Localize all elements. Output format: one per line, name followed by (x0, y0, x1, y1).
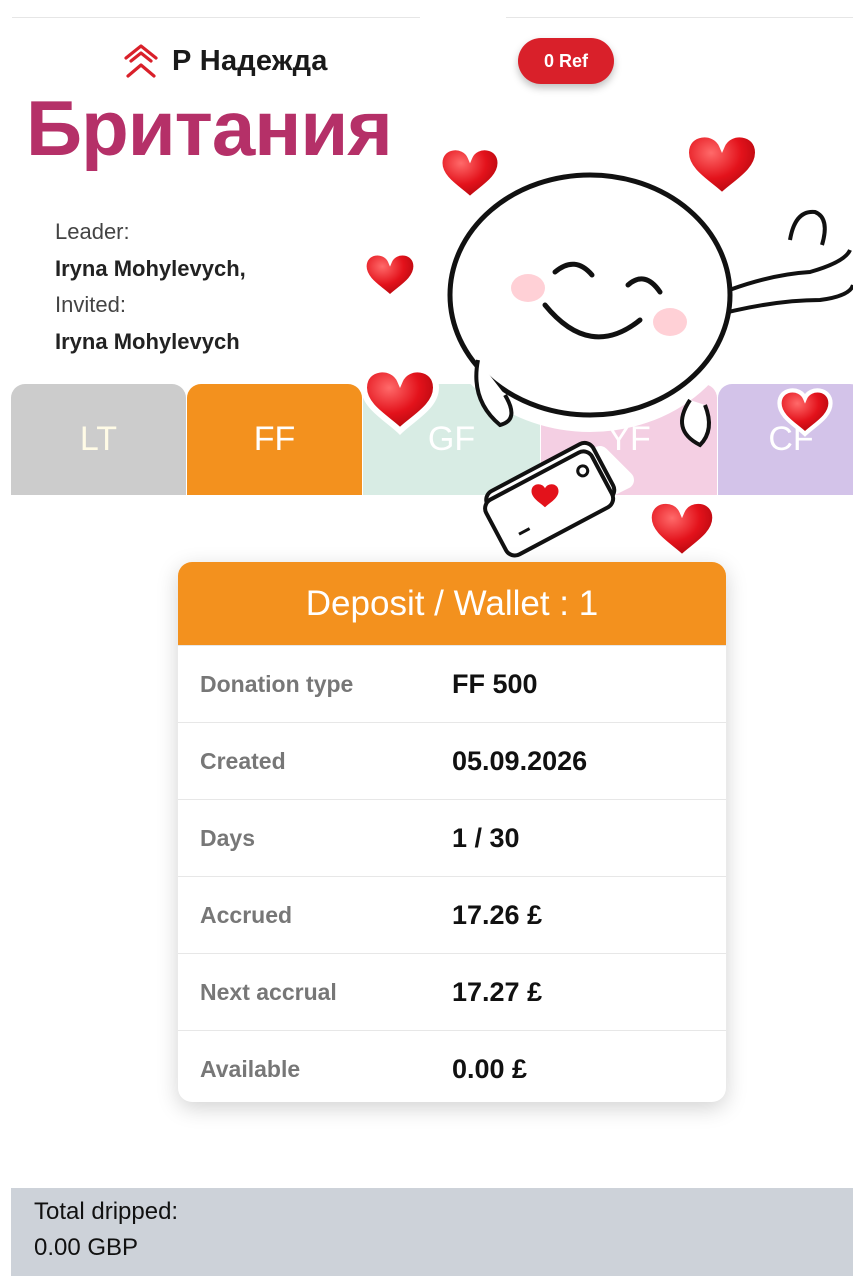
row-value-accrued: 17.26 £ (452, 899, 543, 930)
program-tabs: LT FF GF YF CF (11, 384, 853, 495)
row-value-available: 0.00 £ (452, 1053, 528, 1084)
house-arrows-icon (124, 44, 158, 78)
row-value-days: 1 / 30 (452, 822, 520, 853)
people-info: Leader: Iryna Mohylevych, Invited: Iryna… (55, 214, 246, 360)
row-label-next-accrual: Next accrual (200, 978, 337, 1005)
row-label-donation-type: Donation type (200, 670, 354, 697)
top-divider-left (12, 17, 420, 18)
ref-button[interactable]: 0 Ref (518, 38, 614, 84)
table-row: Next accrual 17.27 £ (178, 953, 726, 1030)
invited-name: Iryna Mohylevych (55, 328, 240, 354)
row-label-days: Days (200, 824, 255, 851)
table-row: Days 1 / 30 (178, 799, 726, 876)
row-value-donation-type: FF 500 (452, 668, 538, 699)
brand-name: Р Надежда (172, 44, 328, 77)
table-row: Created 05.09.2026 (178, 722, 726, 799)
tab-ff[interactable]: FF (187, 384, 362, 495)
tab-lt[interactable]: LT (11, 384, 186, 495)
leader-name: Iryna Mohylevych, (55, 255, 246, 281)
tab-cf[interactable]: CF (718, 384, 853, 495)
total-dripped-panel: Total dripped: 0.00 GBP (11, 1188, 853, 1276)
table-row: Available 0.00 £ (178, 1030, 726, 1102)
row-value-next-accrual: 17.27 £ (452, 976, 543, 1007)
total-dripped-label: Total dripped: (34, 1198, 179, 1225)
country-title: Британия (26, 84, 393, 172)
row-value-created: 05.09.2026 (452, 745, 588, 776)
top-divider-right (506, 17, 853, 18)
deposit-card: Deposit / Wallet : 1 Donation type FF 50… (178, 562, 726, 1102)
brand[interactable]: Р Надежда (122, 42, 328, 80)
leader-label: Leader: (55, 219, 130, 244)
deposit-title: Deposit / Wallet : 1 (178, 562, 726, 645)
row-label-created: Created (200, 747, 286, 774)
tab-gf[interactable]: GF (363, 384, 540, 495)
total-dripped-value: 0.00 GBP (34, 1234, 139, 1261)
row-label-accrued: Accrued (200, 901, 293, 928)
table-row: Donation type FF 500 (178, 645, 726, 722)
row-label-available: Available (200, 1055, 301, 1082)
tab-yf[interactable]: YF (541, 384, 717, 495)
table-row: Accrued 17.26 £ (178, 876, 726, 953)
invited-label: Invited: (55, 292, 126, 317)
